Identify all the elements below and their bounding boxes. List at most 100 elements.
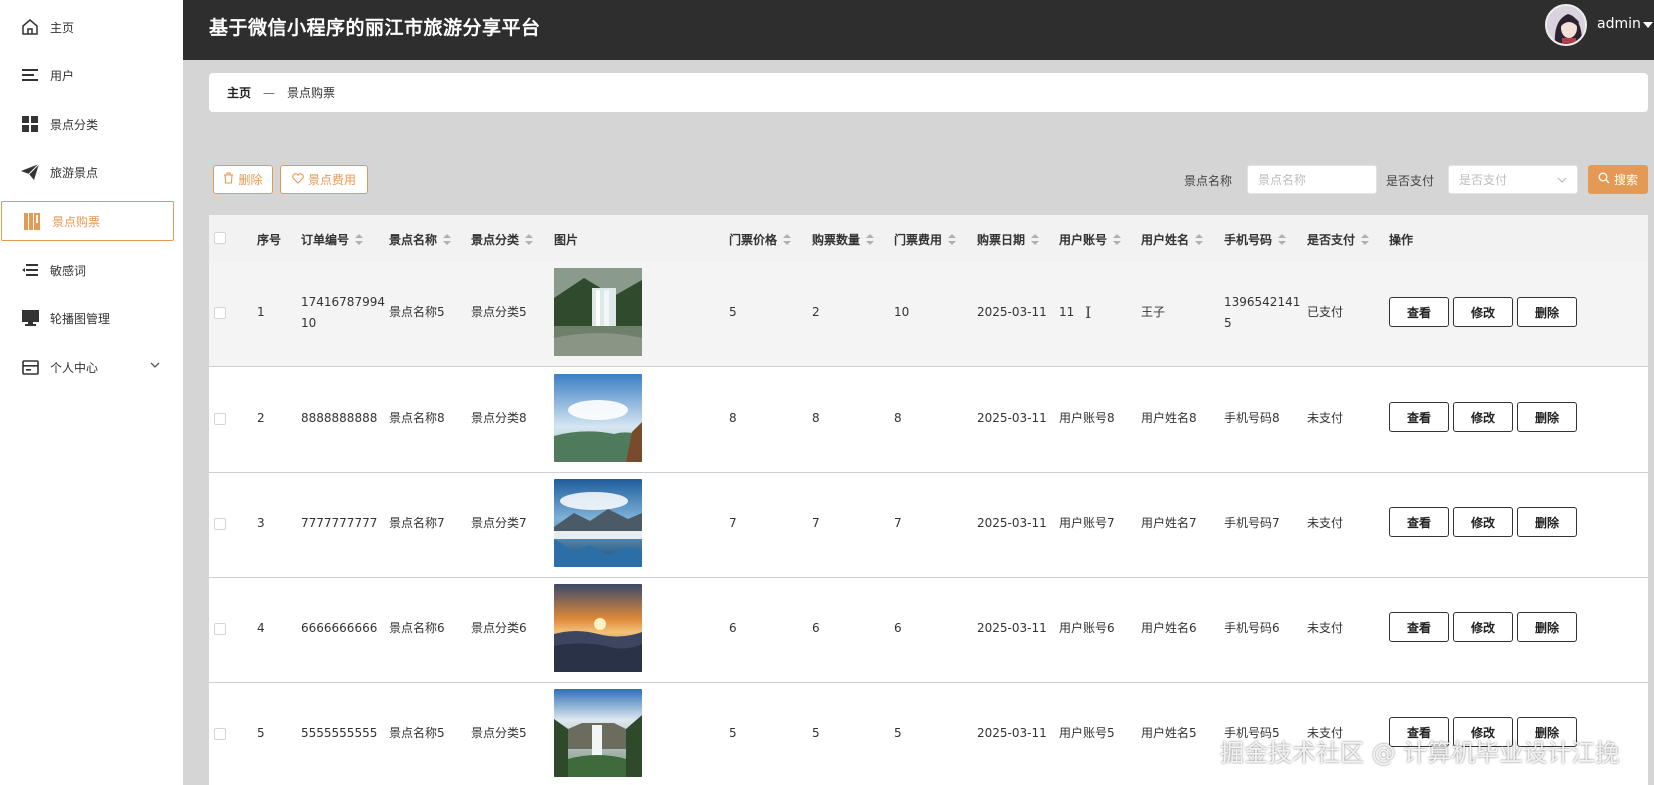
- sidebar-item-sensitive-words[interactable]: 敏感词: [0, 250, 183, 290]
- sort-icon[interactable]: [1031, 233, 1040, 246]
- cell-phone: 1396542141 5: [1224, 295, 1301, 330]
- sort-icon[interactable]: [355, 233, 364, 246]
- batch-delete-button[interactable]: 删除: [213, 165, 273, 194]
- view-button[interactable]: 查看: [1389, 612, 1449, 642]
- delete-button[interactable]: 删除: [1517, 612, 1577, 642]
- sort-icon[interactable]: [866, 233, 875, 246]
- row-checkbox[interactable]: [214, 413, 226, 425]
- delete-button[interactable]: 删除: [1517, 507, 1577, 537]
- sidebar-item-carousel[interactable]: 轮播图管理: [0, 298, 183, 338]
- view-button[interactable]: 查看: [1389, 297, 1449, 327]
- cell-qty: 7: [812, 516, 820, 530]
- heart-icon: [292, 172, 304, 187]
- sidebar-item-ticket-purchase[interactable]: 景点购票: [1, 201, 174, 241]
- sidebar: 主页 用户 景点分类 旅游景点 景点购票 敏感词 轮播图管理 个人中心: [0, 0, 183, 785]
- filter-paid-label: 是否支付: [1386, 174, 1435, 188]
- cell-account: 用户账号8: [1059, 411, 1115, 425]
- table-row[interactable]: 4 6666666666 景点名称6 景点分类6 6 6 6 2025-03-1…: [209, 578, 1648, 683]
- sort-icon[interactable]: [443, 233, 452, 246]
- cell-phone: 手机号码8: [1224, 411, 1280, 425]
- avatar[interactable]: [1545, 4, 1587, 46]
- cell-paid-status: 已支付: [1307, 305, 1344, 319]
- spot-image-sunset-clouds[interactable]: [554, 584, 642, 672]
- cell-index: 3: [257, 516, 265, 530]
- cell-order-no: 5555555555: [301, 726, 378, 740]
- spot-name-search-input[interactable]: [1247, 165, 1377, 194]
- search-button[interactable]: 搜索: [1588, 165, 1648, 194]
- cell-date: 2025-03-11: [977, 411, 1047, 425]
- cell-index: 2: [257, 411, 265, 425]
- grid-icon: [20, 114, 40, 134]
- column-header-sortable[interactable]: 用户姓名: [1141, 231, 1204, 248]
- sidebar-item-spot-category[interactable]: 景点分类: [0, 104, 183, 144]
- spot-image-waterfall[interactable]: [554, 268, 642, 356]
- column-header-sortable[interactable]: 景点分类: [471, 231, 534, 248]
- table-row[interactable]: 3 7777777777 景点名称7 景点分类7 7 7 7 2025-03-1…: [209, 473, 1648, 578]
- sort-icon[interactable]: [1113, 233, 1122, 246]
- sort-icon[interactable]: [1195, 233, 1204, 246]
- sidebar-item-home[interactable]: 主页: [0, 7, 183, 47]
- chevron-down-icon: [1556, 174, 1568, 186]
- sort-icon[interactable]: [525, 233, 534, 246]
- column-header-sortable[interactable]: 景点名称: [389, 231, 452, 248]
- column-header: 操作: [1389, 233, 1414, 247]
- delete-button[interactable]: 删除: [1517, 297, 1577, 327]
- column-header: 图片: [554, 233, 579, 247]
- cell-order-no: 7777777777: [301, 516, 378, 530]
- row-checkbox[interactable]: [214, 728, 226, 740]
- filter-name-label: 景点名称: [1184, 174, 1233, 188]
- column-header-sortable[interactable]: 订单编号: [301, 231, 364, 248]
- sort-icon[interactable]: [1278, 233, 1287, 246]
- edit-button[interactable]: 修改: [1453, 402, 1513, 432]
- column-header-sortable[interactable]: 门票费用: [894, 231, 957, 248]
- cell-date: 2025-03-11: [977, 516, 1047, 530]
- home-icon: [20, 17, 40, 37]
- cell-order-no: 6666666666: [301, 621, 378, 635]
- sidebar-item-label: 旅游景点: [50, 165, 99, 180]
- column-header-sortable[interactable]: 购票日期: [977, 231, 1040, 248]
- username[interactable]: admin: [1597, 16, 1641, 32]
- select-all-checkbox[interactable]: [214, 232, 226, 244]
- id-card-icon: [20, 357, 40, 377]
- row-checkbox[interactable]: [214, 307, 226, 319]
- spot-image-mountain-sky[interactable]: [554, 374, 642, 462]
- row-checkbox[interactable]: [214, 518, 226, 530]
- edit-button[interactable]: 修改: [1453, 297, 1513, 327]
- table-row[interactable]: 2 8888888888 景点名称8 景点分类8 8 8 8 2025-03-1…: [209, 368, 1648, 473]
- cell-phone: 手机号码6: [1224, 621, 1280, 635]
- view-button[interactable]: 查看: [1389, 507, 1449, 537]
- spot-image-valley-waterfall[interactable]: [554, 689, 642, 777]
- cell-spot-name: 景点名称5: [389, 726, 445, 740]
- table-row[interactable]: 1 17416787994 10 景点名称5 景点分类5 5 2 10 2025-…: [209, 262, 1648, 367]
- column-header-sortable[interactable]: 手机号码: [1224, 231, 1287, 248]
- sort-icon[interactable]: [783, 233, 792, 246]
- sidebar-item-label: 敏感词: [50, 263, 87, 278]
- sort-icon[interactable]: [948, 233, 957, 246]
- column-header-sortable[interactable]: 用户账号: [1059, 231, 1122, 248]
- column-header-sortable[interactable]: 购票数量: [812, 231, 875, 248]
- cell-paid-status: 未支付: [1307, 411, 1344, 425]
- delete-button[interactable]: 删除: [1517, 402, 1577, 432]
- view-button[interactable]: 查看: [1389, 402, 1449, 432]
- breadcrumb-home[interactable]: 主页: [227, 84, 251, 101]
- edit-button[interactable]: 修改: [1453, 507, 1513, 537]
- spot-fee-button[interactable]: 景点费用: [280, 165, 368, 194]
- caret-down-icon[interactable]: [1643, 22, 1653, 28]
- cell-user-name: 用户姓名8: [1141, 411, 1197, 425]
- cell-category: 景点分类5: [471, 305, 527, 319]
- sidebar-item-tourist-spots[interactable]: 旅游景点: [0, 152, 183, 192]
- column-header-sortable[interactable]: 是否支付: [1307, 231, 1370, 248]
- sort-icon[interactable]: [1361, 233, 1370, 246]
- paid-status-select[interactable]: 是否支付: [1448, 165, 1578, 194]
- row-checkbox[interactable]: [214, 623, 226, 635]
- cell-date: 2025-03-11: [977, 621, 1047, 635]
- cell-qty: 8: [812, 411, 820, 425]
- cell-category: 景点分类5: [471, 726, 527, 740]
- edit-button[interactable]: 修改: [1453, 612, 1513, 642]
- app-title: 基于微信小程序的丽江市旅游分享平台: [209, 17, 541, 39]
- spot-image-lake-mountains[interactable]: [554, 479, 642, 567]
- sidebar-item-personal-center[interactable]: 个人中心: [0, 347, 183, 387]
- column-header-sortable[interactable]: 门票价格: [729, 231, 792, 248]
- sidebar-item-users[interactable]: 用户: [0, 55, 183, 95]
- column-header: 序号: [257, 233, 282, 247]
